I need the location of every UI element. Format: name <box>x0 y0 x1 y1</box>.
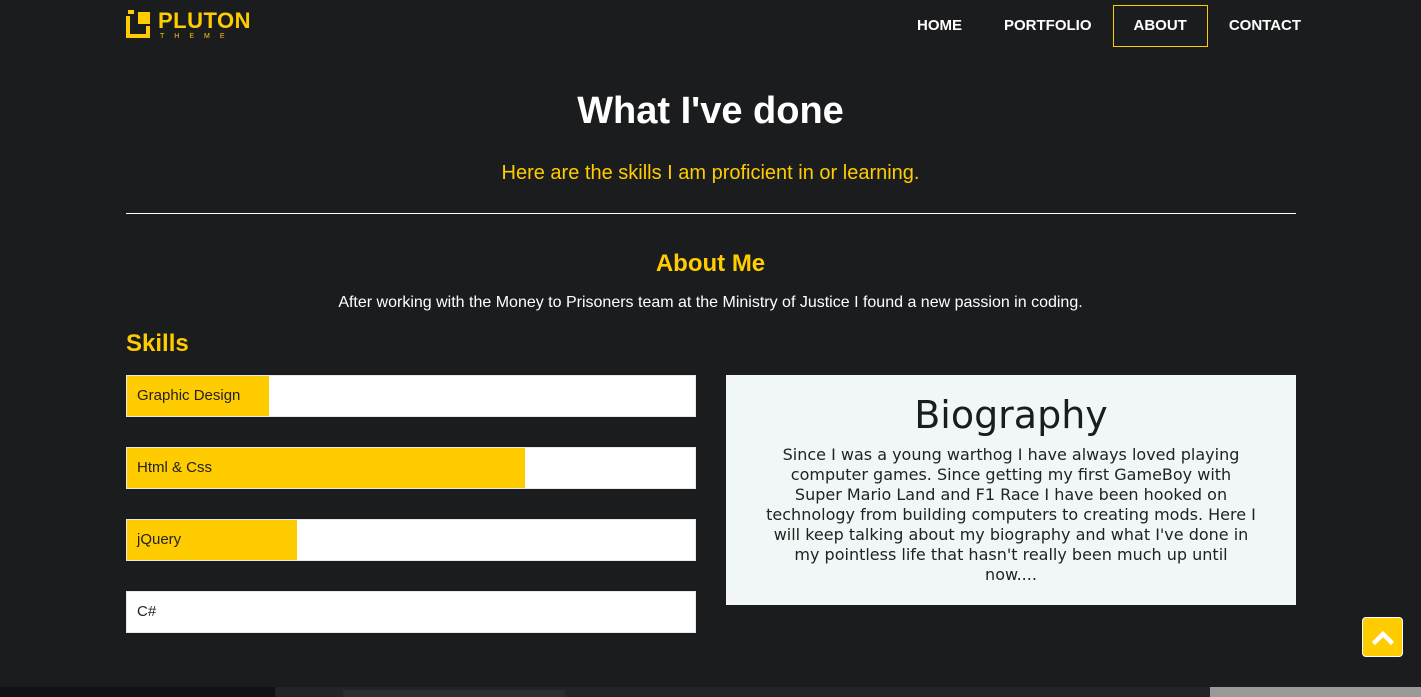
chevron-up-icon <box>1371 630 1394 645</box>
about-text: After working with the Money to Prisoner… <box>338 294 1083 311</box>
skill-bar-html-css: Html & Css <box>126 447 696 489</box>
skill-bar-jquery: jQuery <box>126 519 696 561</box>
scroll-to-top-button[interactable] <box>1362 617 1403 657</box>
nav-item-about[interactable]: ABOUT <box>1112 5 1208 47</box>
nav-item-portfolio[interactable]: PORTFOLIO <box>983 5 1113 47</box>
section-subtitle: Here are the skills I am proficient in o… <box>501 162 920 184</box>
nav-item-contact[interactable]: CONTACT <box>1208 5 1322 47</box>
biography-text: Since I was a young warthog I have alway… <box>766 445 1256 584</box>
main-nav: HOME PORTFOLIO ABOUT CONTACT <box>896 5 1322 47</box>
about-heading: About Me <box>655 250 766 277</box>
logo-name: PLUTON <box>158 8 252 33</box>
section-title: What I've done <box>577 90 844 132</box>
biography-panel: Biography Since I was a young warthog I … <box>726 375 1296 605</box>
nav-item-home[interactable]: HOME <box>896 5 983 47</box>
site-logo[interactable]: PLUTON THEME <box>126 10 251 40</box>
divider <box>126 213 1296 214</box>
skills-heading: Skills <box>126 330 189 357</box>
skill-bar-csharp: C# <box>126 591 696 633</box>
skill-label: jQuery <box>137 531 182 548</box>
biography-title: Biography <box>914 393 1108 437</box>
logo-icon <box>126 10 152 38</box>
skill-label: C# <box>137 603 157 620</box>
skill-bar-graphic-design: Graphic Design <box>126 375 696 417</box>
bottom-strip <box>0 687 1421 697</box>
skill-label: Graphic Design <box>137 387 241 404</box>
logo-tagline: THEME <box>160 33 235 40</box>
skill-label: Html & Css <box>137 459 212 476</box>
